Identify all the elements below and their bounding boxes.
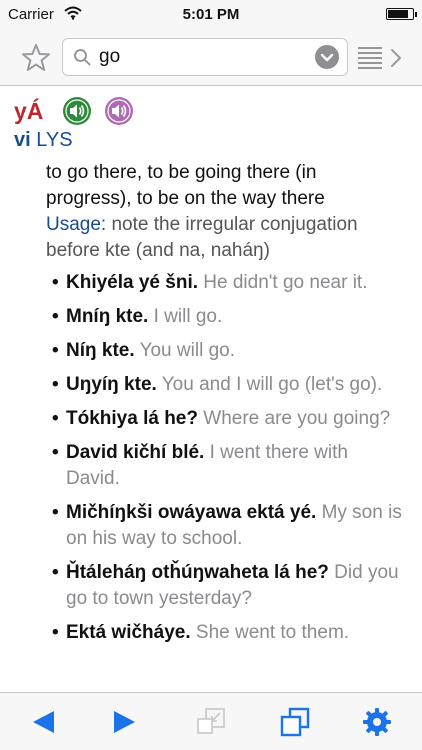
example-term: Ektá wičháye.	[66, 622, 191, 643]
example-item: David kičhí blé. I went there with David…	[52, 440, 402, 492]
speaker-icon-alt[interactable]	[104, 96, 134, 126]
example-translation: He didn't go near it.	[203, 272, 368, 293]
example-term: Níŋ kte.	[66, 340, 135, 361]
search-query[interactable]: go	[99, 39, 120, 75]
clock: 5:01 PM	[182, 6, 240, 23]
example-term: Mníŋ kte.	[66, 306, 149, 327]
example-term: David kičhí blé.	[66, 442, 205, 463]
example-item: Ektá wičháye. She went to them.	[52, 620, 402, 646]
example-item: Mičhíŋkši owáyawa ektá yé. My son is on …	[52, 500, 402, 552]
gear-icon[interactable]	[362, 707, 392, 737]
chevron-right-icon[interactable]	[388, 46, 404, 70]
example-translation: Where are you going?	[203, 408, 391, 429]
example-item: Khiyéla yé šni. He didn't go near it.	[52, 270, 402, 296]
status-bar: Carrier 5:01 PM	[0, 0, 422, 30]
pos-abbr: vi	[14, 129, 31, 151]
example-term: Uŋyíŋ kte.	[66, 374, 157, 395]
example-list: Khiyéla yé šni. He didn't go near it. Mn…	[46, 270, 402, 646]
search-icon	[73, 48, 91, 66]
example-translation: You will go.	[139, 340, 235, 361]
battery-icon	[386, 8, 417, 20]
example-term: Mičhíŋkši owáyawa ektá yé.	[66, 502, 317, 523]
bottom-toolbar	[0, 692, 422, 750]
search-toolbar: go	[0, 30, 422, 86]
example-item: Ȟtáleháŋ otȟúŋwaheta lá he? Did you go t…	[52, 560, 402, 612]
example-item: Uŋyíŋ kte. You and I will go (let's go).	[52, 372, 402, 398]
list-icon[interactable]	[356, 44, 384, 72]
example-term: Khiyéla yé šni.	[66, 272, 199, 293]
headword: yÁ	[14, 98, 44, 124]
forward-arrow-icon[interactable]	[110, 707, 140, 737]
clear-icon[interactable]	[315, 45, 339, 69]
usage-label: Usage:	[46, 214, 107, 235]
entry-body: to go there, to be going there (in progr…	[46, 160, 402, 654]
definition: to go there, to be going there (in progr…	[46, 162, 325, 209]
example-item: Tókhiya lá he? Where are you going?	[52, 406, 402, 432]
example-translation: She went to them.	[195, 622, 350, 643]
example-translation: You and I will go (let's go).	[161, 374, 383, 395]
example-term: Tókhiya lá he?	[66, 408, 198, 429]
example-translation: I will go.	[153, 306, 223, 327]
part-of-speech-line: vi LYS	[14, 129, 73, 152]
example-item: Níŋ kte. You will go.	[52, 338, 402, 364]
example-term: Ȟtáleháŋ otȟúŋwaheta lá he?	[66, 562, 329, 583]
search-input[interactable]: go	[62, 38, 348, 76]
source-label: LYS	[36, 129, 73, 151]
usage-note: Usage: note the irregular conjugation be…	[46, 212, 402, 264]
battery-fill	[388, 10, 408, 18]
example-item: Mníŋ kte. I will go.	[52, 304, 402, 330]
speaker-icon[interactable]	[62, 96, 92, 126]
back-arrow-icon[interactable]	[28, 707, 58, 737]
windows-icon[interactable]	[280, 707, 310, 737]
entry-content[interactable]: yÁ vi LYS to go there, to be going there…	[0, 86, 422, 692]
star-icon[interactable]	[20, 42, 52, 74]
shrink-window-icon[interactable]	[196, 707, 226, 737]
